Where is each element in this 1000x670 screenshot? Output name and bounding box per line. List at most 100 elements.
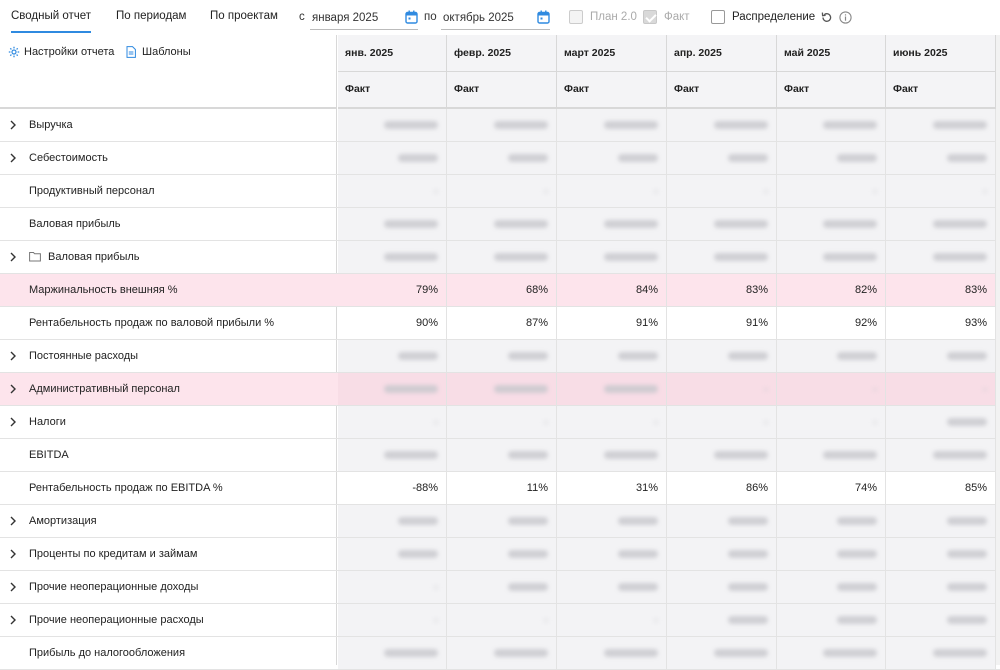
table-cell[interactable]: 83%: [667, 274, 777, 306]
table-cell[interactable]: [886, 208, 996, 240]
table-row[interactable]: EBITDA: [0, 439, 1000, 472]
table-cell[interactable]: 79%: [338, 274, 447, 306]
chevron-right-icon[interactable]: [9, 252, 17, 262]
table-cell[interactable]: [886, 373, 996, 405]
table-cell[interactable]: [777, 406, 886, 438]
table-cell[interactable]: [777, 505, 886, 537]
table-cell[interactable]: [447, 142, 557, 174]
table-cell[interactable]: [777, 241, 886, 273]
table-cell[interactable]: [447, 571, 557, 603]
table-row[interactable]: Прибыль до налогообложения: [0, 637, 1000, 670]
table-cell[interactable]: 84%: [557, 274, 667, 306]
table-cell[interactable]: [447, 406, 557, 438]
table-cell[interactable]: [557, 604, 667, 636]
table-cell[interactable]: [667, 241, 777, 273]
table-cell[interactable]: [447, 109, 557, 141]
table-row[interactable]: Налоги: [0, 406, 1000, 439]
table-cell[interactable]: [338, 439, 447, 471]
table-cell[interactable]: [338, 175, 447, 207]
chevron-right-icon[interactable]: [9, 582, 17, 592]
table-cell[interactable]: 85%: [886, 472, 996, 504]
table-cell[interactable]: [338, 505, 447, 537]
table-row[interactable]: Прочие неоперационные доходы: [0, 571, 1000, 604]
period-to-input[interactable]: [441, 6, 550, 30]
table-cell[interactable]: [777, 109, 886, 141]
table-cell[interactable]: [886, 241, 996, 273]
table-cell[interactable]: 11%: [447, 472, 557, 504]
table-row[interactable]: Проценты по кредитам и займам: [0, 538, 1000, 571]
table-cell[interactable]: [557, 109, 667, 141]
reset-icon[interactable]: [820, 11, 833, 24]
table-cell[interactable]: [557, 241, 667, 273]
table-cell[interactable]: [667, 142, 777, 174]
table-row[interactable]: Продуктивный персонал: [0, 175, 1000, 208]
table-row[interactable]: Маржинальность внешняя % 79% 68% 84% 83% 82% 8…: [0, 274, 1000, 307]
table-cell[interactable]: [667, 505, 777, 537]
table-cell[interactable]: 74%: [777, 472, 886, 504]
table-cell[interactable]: [338, 604, 447, 636]
table-cell[interactable]: [447, 538, 557, 570]
table-cell[interactable]: 87%: [447, 307, 557, 339]
table-cell[interactable]: [777, 637, 886, 669]
table-cell[interactable]: 31%: [557, 472, 667, 504]
table-cell[interactable]: [338, 142, 447, 174]
table-cell[interactable]: 82%: [777, 274, 886, 306]
table-cell[interactable]: [777, 175, 886, 207]
table-cell[interactable]: [338, 571, 447, 603]
table-cell[interactable]: 68%: [447, 274, 557, 306]
table-cell[interactable]: [447, 604, 557, 636]
table-cell[interactable]: [667, 175, 777, 207]
table-row[interactable]: Выручка: [0, 109, 1000, 142]
table-cell[interactable]: 93%: [886, 307, 996, 339]
table-cell[interactable]: [338, 241, 447, 273]
table-cell[interactable]: [886, 340, 996, 372]
table-cell[interactable]: [777, 439, 886, 471]
table-row[interactable]: Себестоимость: [0, 142, 1000, 175]
table-cell[interactable]: [338, 538, 447, 570]
chevron-right-icon[interactable]: [9, 384, 17, 394]
chevron-right-icon[interactable]: [9, 120, 17, 130]
table-cell[interactable]: 83%: [886, 274, 996, 306]
table-cell[interactable]: [667, 637, 777, 669]
table-row[interactable]: Амортизация: [0, 505, 1000, 538]
table-cell[interactable]: [886, 538, 996, 570]
table-cell[interactable]: [667, 406, 777, 438]
templates-button[interactable]: Шаблоны: [126, 44, 191, 60]
chevron-right-icon[interactable]: [9, 516, 17, 526]
calendar-icon[interactable]: [537, 10, 550, 24]
table-cell[interactable]: [777, 373, 886, 405]
table-cell[interactable]: [886, 439, 996, 471]
table-cell[interactable]: [557, 340, 667, 372]
table-cell[interactable]: [777, 604, 886, 636]
period-from-input[interactable]: [310, 6, 418, 30]
table-cell[interactable]: [667, 340, 777, 372]
table-cell[interactable]: [338, 109, 447, 141]
table-cell[interactable]: [667, 208, 777, 240]
table-cell[interactable]: [667, 538, 777, 570]
chevron-right-icon[interactable]: [9, 153, 17, 163]
table-cell[interactable]: [447, 241, 557, 273]
table-cell[interactable]: [557, 439, 667, 471]
table-cell[interactable]: [777, 571, 886, 603]
table-cell[interactable]: [557, 571, 667, 603]
table-row[interactable]: Рентабельность продаж по валовой прибыли…: [0, 307, 1000, 340]
chevron-right-icon[interactable]: [9, 549, 17, 559]
table-cell[interactable]: [447, 175, 557, 207]
table-cell[interactable]: [777, 208, 886, 240]
table-cell[interactable]: [667, 439, 777, 471]
table-row[interactable]: Административный персонал: [0, 373, 1000, 406]
distribution-checkbox[interactable]: [711, 10, 725, 24]
table-cell[interactable]: [557, 208, 667, 240]
table-cell[interactable]: [886, 637, 996, 669]
table-cell[interactable]: [447, 439, 557, 471]
table-cell[interactable]: [557, 142, 667, 174]
table-cell[interactable]: 86%: [667, 472, 777, 504]
table-cell[interactable]: [886, 175, 996, 207]
table-cell[interactable]: [447, 373, 557, 405]
table-cell[interactable]: -88%: [338, 472, 447, 504]
table-cell[interactable]: [557, 175, 667, 207]
table-cell[interactable]: [557, 373, 667, 405]
table-cell[interactable]: 91%: [557, 307, 667, 339]
table-cell[interactable]: [447, 505, 557, 537]
table-cell[interactable]: [447, 637, 557, 669]
